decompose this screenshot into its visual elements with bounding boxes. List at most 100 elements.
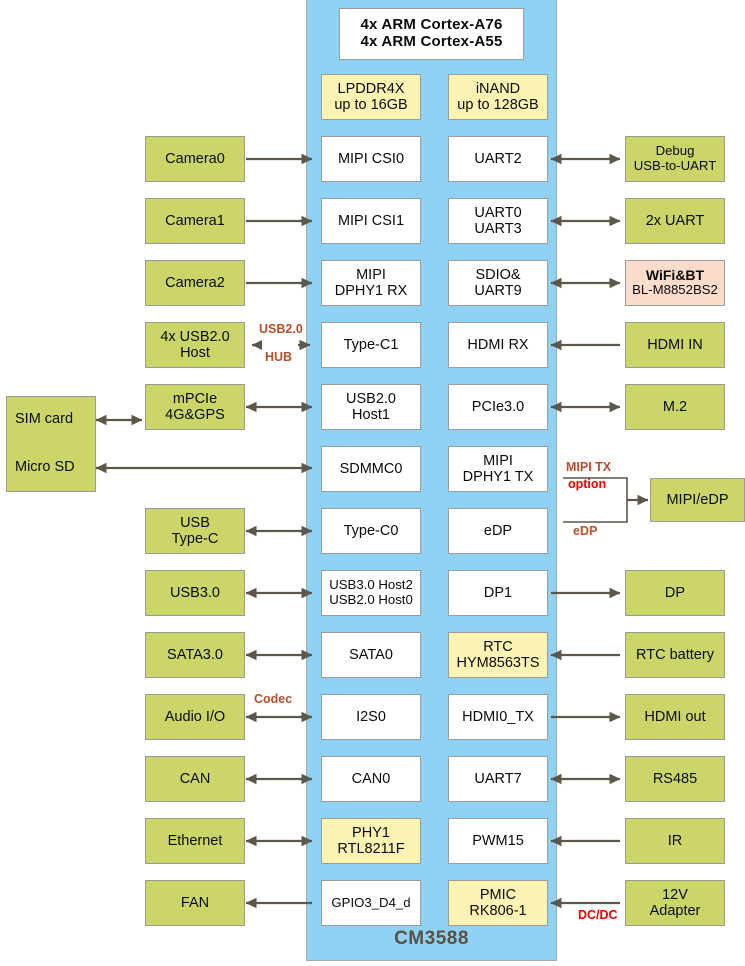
soc-block-phy1-line1: PHY1 xyxy=(352,824,390,841)
peripheral-usb30-line1: USB3.0 xyxy=(170,584,220,601)
peripheral-2x-uart: 2x UART xyxy=(625,198,725,244)
soc-block-pcie30-line1: PCIe3.0 xyxy=(471,398,525,415)
memory-lpddr4x-line1: LPDDR4X xyxy=(337,80,405,97)
peripheral-12v-adapter: 12V Adapter xyxy=(625,880,725,926)
peripheral-m2-line1: M.2 xyxy=(662,398,688,415)
peripheral-audio-io: Audio I/O xyxy=(145,694,245,740)
soc-block-sata0: SATA0 xyxy=(321,632,421,678)
soc-block-uart7: UART7 xyxy=(448,756,548,802)
peripheral-usb-type-c: USB Type-C xyxy=(145,508,245,554)
peripheral-usb20-host-line2: Host xyxy=(180,345,210,361)
annotation-hub: HUB xyxy=(265,350,293,364)
soc-block-pwm15: PWM15 xyxy=(448,818,548,864)
peripheral-ethernet: Ethernet xyxy=(145,818,245,864)
peripheral-camera0-line1: Camera0 xyxy=(165,150,225,167)
soc-block-hdmi0-tx: HDMI0_TX xyxy=(448,694,548,740)
block-diagram: 4x ARM Cortex-A76 4x ARM Cortex-A55 LPDD… xyxy=(0,0,745,966)
peripheral-hdmi-out-line1: HDMI out xyxy=(644,708,706,725)
peripheral-sata30: SATA3.0 xyxy=(145,632,245,678)
peripheral-rs485: RS485 xyxy=(625,756,725,802)
soc-block-phy1-line2: RTL8211F xyxy=(337,841,405,857)
soc-block-uart2: UART2 xyxy=(448,136,548,182)
peripheral-debug-usb-to-uart: Debug USB-to-UART xyxy=(625,136,725,182)
soc-block-hdmi-rx-line1: HDMI RX xyxy=(467,336,529,353)
soc-block-pmic-line2: RK806-1 xyxy=(469,903,527,919)
peripheral-camera2: Camera2 xyxy=(145,260,245,306)
soc-block-mipi-csi1-line1: MIPI CSI1 xyxy=(337,212,405,229)
peripheral-m2: M.2 xyxy=(625,384,725,430)
soc-block-dp1-line1: DP1 xyxy=(483,584,513,601)
peripheral-4x-usb20-host: 4x USB2.0 Host xyxy=(145,322,245,368)
soc-block-dp1: DP1 xyxy=(448,570,548,616)
peripheral-can-line1: CAN xyxy=(179,770,211,787)
peripheral-usb30: USB3.0 xyxy=(145,570,245,616)
soc-block-mipi-dphy1-tx: MIPI DPHY1 TX xyxy=(448,446,548,492)
soc-block-sdio-line1: SDIO& xyxy=(475,266,521,283)
soc-block-mipi-csi0: MIPI CSI0 xyxy=(321,136,421,182)
soc-block-uart9-line2: UART9 xyxy=(474,283,522,299)
peripheral-camera1-line1: Camera1 xyxy=(165,212,225,229)
soc-block-type-c1-line1: Type-C1 xyxy=(343,336,399,353)
cpu-block: 4x ARM Cortex-A76 4x ARM Cortex-A55 xyxy=(339,8,524,60)
peripheral-usb-type-c-line2: Type-C xyxy=(171,531,219,547)
peripheral-usb-type-c-line1: USB xyxy=(180,514,210,531)
memory-inand-line2: up to 128GB xyxy=(457,97,539,113)
soc-block-usb20-host1-line2: Host1 xyxy=(352,407,390,423)
peripheral-fan: FAN xyxy=(145,880,245,926)
soc-block-uart7-line1: UART7 xyxy=(474,770,522,787)
peripheral-12v-adapter-line1: 12V xyxy=(662,886,688,903)
peripheral-debug-line1: Debug xyxy=(655,143,695,159)
peripheral-wifi-bt-line2: BL-M8852BS2 xyxy=(632,282,718,298)
peripheral-12v-adapter-line2: Adapter xyxy=(649,903,701,919)
soc-block-edp-line1: eDP xyxy=(483,522,513,539)
soc-block-mipi-dphy1-rx-line2: DPHY1 RX xyxy=(334,283,408,299)
cpu-line2: 4x ARM Cortex-A55 xyxy=(360,33,503,50)
soc-block-gpio3-d4-d: GPIO3_D4_d xyxy=(321,880,421,926)
peripheral-mipi-edp-line1: MIPI/eDP xyxy=(666,491,729,508)
soc-block-mipi-dphy1-tx-line1: MIPI xyxy=(483,452,513,469)
soc-block-edp: eDP xyxy=(448,508,548,554)
soc-block-usb30-host2-line1: USB3.0 Host2 xyxy=(329,577,413,593)
soc-block-usb20-host1-line1: USB2.0 xyxy=(346,390,396,407)
soc-block-mipi-dphy1-tx-line2: DPHY1 TX xyxy=(462,469,534,485)
peripheral-can: CAN xyxy=(145,756,245,802)
soc-block-mipi-csi0-line1: MIPI CSI0 xyxy=(337,150,405,167)
peripheral-mpcie-line1: mPCIe xyxy=(172,390,218,407)
soc-title: CM3588 xyxy=(394,928,469,949)
soc-block-phy1-rtl8211f: PHY1 RTL8211F xyxy=(321,818,421,864)
peripheral-wifi-bt: WiFi&BT BL-M8852BS2 xyxy=(625,260,725,306)
peripheral-ir-line1: IR xyxy=(667,832,683,849)
soc-block-rtc-line1: RTC xyxy=(483,638,513,655)
peripheral-ethernet-line1: Ethernet xyxy=(167,832,223,849)
soc-block-can0-line1: CAN0 xyxy=(351,770,391,787)
peripheral-mipi-edp: MIPI/eDP xyxy=(650,478,745,522)
soc-block-sata0-line1: SATA0 xyxy=(349,646,393,663)
peripheral-usb20-host-line1: 4x USB2.0 xyxy=(160,328,230,345)
soc-block-uart0-line1: UART0 xyxy=(474,204,522,221)
annotation-edp: eDP xyxy=(573,524,598,538)
soc-block-usb20-host1: USB2.0 Host1 xyxy=(321,384,421,430)
peripheral-sim-microsd: SIM card Micro SD xyxy=(6,396,96,492)
memory-inand-line1: iNAND xyxy=(475,80,521,97)
annotation-usb20: USB2.0 xyxy=(259,322,303,336)
soc-block-pwm15-line1: PWM15 xyxy=(472,832,524,849)
peripheral-hdmi-in-line1: HDMI IN xyxy=(647,336,703,353)
peripheral-hdmi-out: HDMI out xyxy=(625,694,725,740)
cpu-line1: 4x ARM Cortex-A76 xyxy=(360,16,503,34)
annotation-dcdc: DC/DC xyxy=(578,908,618,922)
soc-block-hdmi0-tx-line1: HDMI0_TX xyxy=(462,708,534,725)
peripheral-fan-line1: FAN xyxy=(180,894,210,911)
peripheral-rtc-battery-line1: RTC battery xyxy=(636,646,714,663)
soc-block-mipi-csi1: MIPI CSI1 xyxy=(321,198,421,244)
peripheral-sata30-line1: SATA3.0 xyxy=(167,646,223,663)
peripheral-hdmi-in: HDMI IN xyxy=(625,322,725,368)
soc-block-hdmi-rx: HDMI RX xyxy=(448,322,548,368)
peripheral-camera2-line1: Camera2 xyxy=(165,274,225,291)
soc-block-i2s0: I2S0 xyxy=(321,694,421,740)
peripheral-camera0: Camera0 xyxy=(145,136,245,182)
micro-sd-label: Micro SD xyxy=(15,459,75,475)
soc-block-sdio-uart9: SDIO& UART9 xyxy=(448,260,548,306)
peripheral-audio-io-line1: Audio I/O xyxy=(164,708,226,725)
peripheral-wifi-bt-line1: WiFi&BT xyxy=(645,266,705,283)
soc-block-type-c1: Type-C1 xyxy=(321,322,421,368)
